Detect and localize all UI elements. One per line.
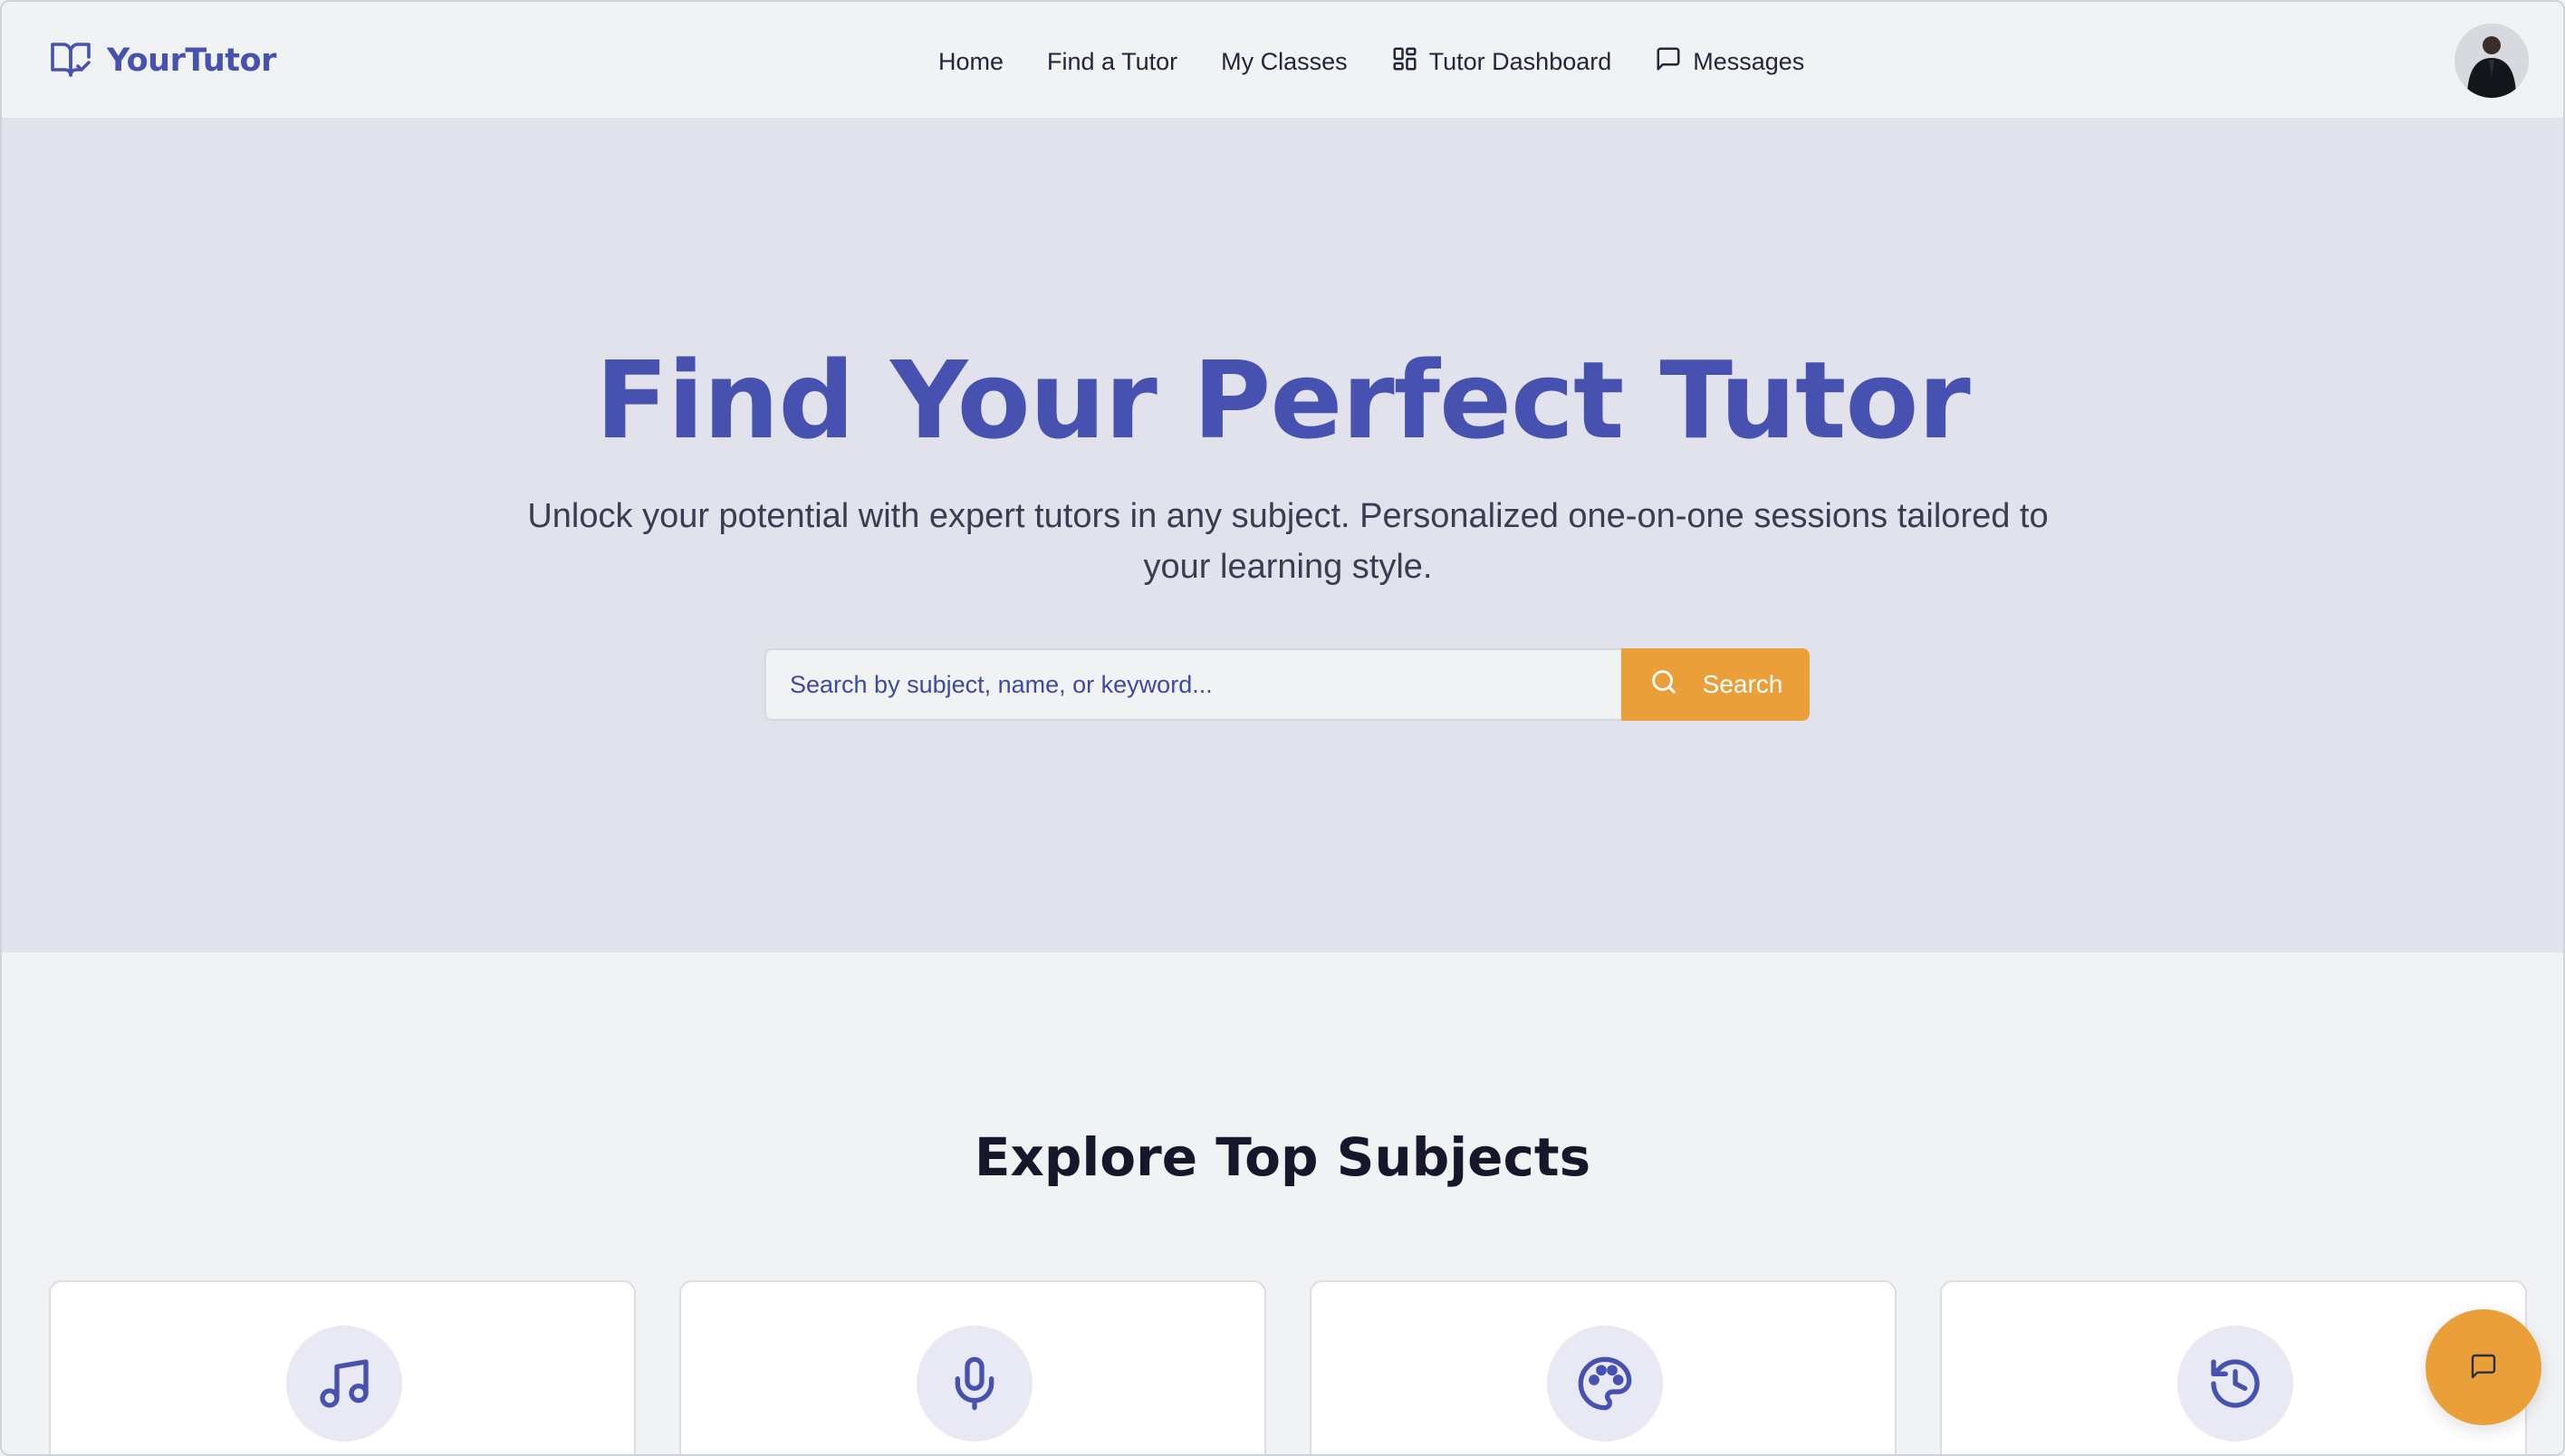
nav-my-classes-label: My Classes	[1221, 47, 1348, 75]
main-nav: Home Find a Tutor My Classes Tutor Dashb…	[938, 42, 1804, 81]
brand-logo[interactable]: YourTutor	[49, 38, 276, 83]
search-button-label: Search	[1702, 670, 1783, 698]
user-avatar[interactable]	[2455, 24, 2529, 98]
message-icon	[1655, 45, 1682, 79]
subject-card-music[interactable]	[49, 1280, 636, 1454]
chat-fab-button[interactable]	[2426, 1309, 2541, 1425]
nav-find-a-tutor[interactable]: Find a Tutor	[1047, 48, 1177, 76]
subject-card-voice[interactable]	[679, 1280, 1266, 1454]
subject-cards	[49, 1280, 2529, 1454]
chat-icon	[2469, 1352, 2498, 1384]
brand-name: YourTutor	[107, 43, 276, 79]
hero-title: Find Your Perfect Tutor	[595, 338, 1970, 463]
nav-my-classes[interactable]: My Classes	[1221, 48, 1348, 76]
subject-card-art[interactable]	[1310, 1280, 1897, 1454]
nav-home-label: Home	[938, 47, 1004, 75]
hero-section: Find Your Perfect Tutor Unlock your pote…	[2, 120, 2563, 953]
hero-subtitle: Unlock your potential with expert tutors…	[527, 497, 2049, 586]
music-icon	[286, 1326, 402, 1442]
nav-tutor-dashboard[interactable]: Tutor Dashboard	[1391, 45, 1612, 79]
microphone-icon	[917, 1326, 1033, 1442]
search-input[interactable]	[764, 648, 1621, 721]
tutor-search-bar: Search	[764, 648, 1810, 721]
nav-messages-label: Messages	[1693, 47, 1805, 75]
dashboard-icon	[1391, 45, 1418, 79]
top-navbar: YourTutor Home Find a Tutor My Classes T…	[2, 2, 2563, 120]
nav-find-a-tutor-label: Find a Tutor	[1047, 47, 1178, 75]
nav-tutor-dashboard-label: Tutor Dashboard	[1428, 47, 1612, 75]
subjects-section-title: Explore Top Subjects	[974, 1126, 1591, 1188]
book-check-icon	[49, 37, 92, 85]
app-window: YourTutor Home Find a Tutor My Classes T…	[0, 0, 2565, 1456]
search-icon	[1648, 666, 1679, 704]
nav-home[interactable]: Home	[938, 48, 1004, 76]
history-icon	[2177, 1326, 2293, 1442]
search-button[interactable]: Search	[1621, 648, 1810, 721]
palette-icon	[1547, 1326, 1663, 1442]
nav-messages[interactable]: Messages	[1655, 45, 1804, 79]
